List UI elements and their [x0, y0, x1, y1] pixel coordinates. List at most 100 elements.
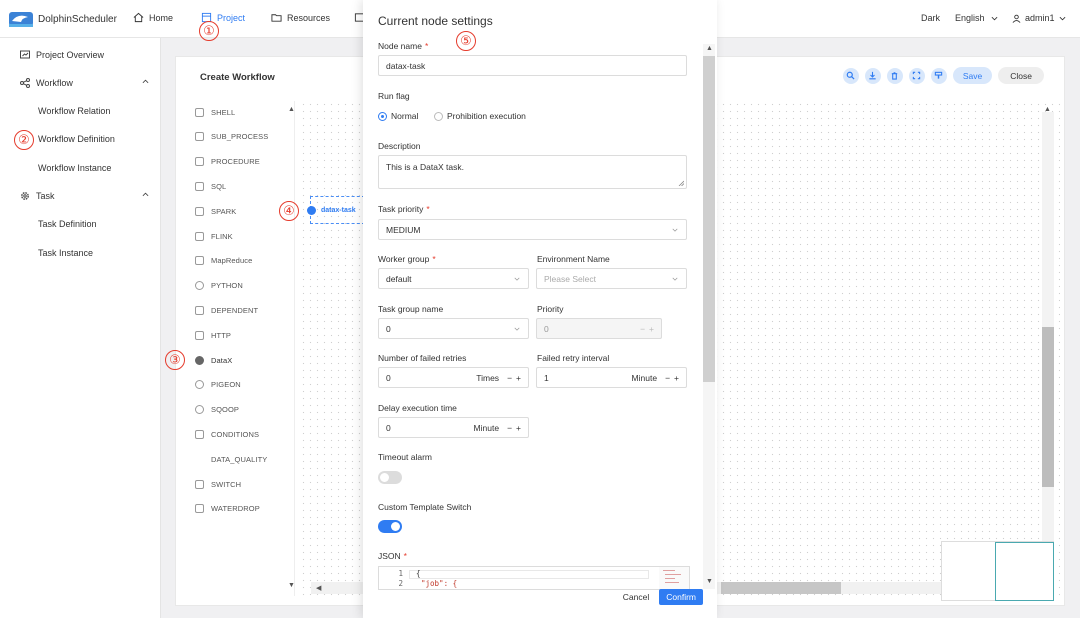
app-logo[interactable]: DolphinScheduler: [8, 9, 117, 29]
chevron-down-icon: [514, 277, 520, 281]
sidebar-item-task-definition[interactable]: Task Definition: [0, 210, 161, 238]
python-icon: [195, 281, 204, 291]
drawer-scrollbar[interactable]: [703, 44, 715, 589]
toolbox-item-dependent[interactable]: DEPENDENT: [195, 300, 258, 320]
code-minimap[interactable]: [659, 567, 689, 589]
toolbox-item-label: FLINK: [211, 231, 233, 241]
minus-icon[interactable]: −: [640, 324, 645, 334]
canvas-scroll-left-icon[interactable]: ◀: [316, 584, 321, 592]
toolbox-item-switch[interactable]: SWITCH: [195, 474, 241, 494]
page-title: Create Workflow: [200, 72, 275, 83]
cancel-button[interactable]: Cancel: [623, 592, 649, 602]
sidebar-item-workflow[interactable]: Workflow: [0, 69, 161, 97]
nav-home-label: Home: [149, 12, 174, 23]
toolbox-scroll-up-icon[interactable]: ▲: [288, 106, 295, 113]
toolbox-item-datax[interactable]: DataX: [195, 350, 232, 370]
delay-time-input[interactable]: 0 Minute − +: [378, 417, 529, 438]
close-button[interactable]: Close: [998, 67, 1044, 84]
delete-button[interactable]: [886, 67, 903, 84]
scrollbar-thumb[interactable]: [721, 582, 841, 594]
timeout-alarm-label: Timeout alarm: [378, 452, 433, 462]
sidebar-item-project-overview[interactable]: Project Overview: [0, 41, 161, 69]
sidebar-item-workflow-instance[interactable]: Workflow Instance: [0, 154, 161, 182]
toolbox-item-conditions[interactable]: CONDITIONS: [195, 424, 259, 444]
timeout-alarm-toggle[interactable]: [378, 471, 402, 484]
fullscreen-button[interactable]: [908, 67, 925, 84]
toolbox-item-sub-process[interactable]: SUB_PROCESS: [195, 127, 268, 147]
search-button[interactable]: [842, 67, 859, 84]
nav-resources[interactable]: Resources: [271, 12, 330, 23]
task-priority-select[interactable]: MEDIUM: [378, 219, 687, 240]
toolbox-item-shell[interactable]: SHELL: [195, 102, 235, 122]
plus-icon[interactable]: +: [649, 324, 654, 334]
task-group-name-select[interactable]: 0: [378, 318, 529, 339]
minus-icon[interactable]: −: [507, 423, 512, 433]
canvas-vertical-scrollbar[interactable]: [1042, 112, 1054, 582]
canvas-scroll-up-icon[interactable]: ▲: [1044, 106, 1051, 113]
sidebar-item-task-instance[interactable]: Task Instance: [0, 239, 161, 267]
overview-icon: [20, 50, 30, 59]
user-menu[interactable]: admin1: [1012, 13, 1066, 23]
toolbox-item-sql[interactable]: SQL: [195, 176, 226, 196]
language-select[interactable]: English: [955, 13, 998, 23]
toolbox-item-label: PIGEON: [211, 380, 241, 390]
run-flag-prohibition-radio[interactable]: Prohibition execution: [434, 111, 526, 121]
confirm-button[interactable]: Confirm: [659, 589, 703, 605]
toolbox-item-procedure[interactable]: PROCEDURE: [195, 152, 260, 172]
scrollbar-thumb[interactable]: [1042, 327, 1054, 487]
scrollbar-thumb[interactable]: [703, 56, 715, 382]
required-mark: *: [424, 41, 429, 51]
save-button[interactable]: Save: [952, 67, 993, 84]
json-code-editor[interactable]: 1 2 { "job": {: [378, 566, 690, 590]
sidebar-item-label: Task Definition: [38, 219, 97, 229]
delay-time-label: Delay execution time: [378, 403, 457, 413]
minus-icon[interactable]: −: [507, 373, 512, 383]
nav-home[interactable]: Home: [133, 12, 173, 23]
minus-icon[interactable]: −: [665, 373, 670, 383]
priority-input[interactable]: 0 − +: [536, 318, 662, 339]
download-button[interactable]: [864, 67, 881, 84]
toolbox-item-data-quality[interactable]: DATA_QUALITY: [211, 449, 267, 469]
sidebar-item-workflow-relation[interactable]: Workflow Relation: [0, 97, 161, 125]
node-name-input[interactable]: datax-task: [378, 55, 687, 76]
toolbox-item-waterdrop[interactable]: WATERDROP: [195, 499, 260, 519]
datax-task-node[interactable]: datax-task: [307, 196, 365, 224]
retry-interval-input[interactable]: 1 Minute − +: [536, 367, 687, 388]
toolbox-item-spark[interactable]: SPARK: [195, 201, 236, 221]
user-name: admin1: [1025, 13, 1055, 23]
custom-template-toggle[interactable]: [378, 520, 402, 533]
sub-process-icon: [195, 132, 204, 142]
worker-group-select[interactable]: default: [378, 268, 529, 289]
json-label: JSON *: [378, 551, 407, 561]
toolbox-scroll-down-icon[interactable]: ▼: [288, 582, 295, 589]
run-flag-normal-radio[interactable]: Normal: [378, 111, 418, 121]
drawer-scroll-down-icon[interactable]: ▼: [706, 578, 713, 585]
toolbox-item-label: SWITCH: [211, 479, 242, 489]
sidebar-item-label: Workflow: [36, 78, 73, 88]
minimap-viewport[interactable]: [995, 542, 1054, 601]
canvas-minimap[interactable]: [941, 541, 1054, 601]
plus-icon[interactable]: +: [516, 373, 521, 383]
toolbox-item-python[interactable]: PYTHON: [195, 276, 243, 296]
toolbox-item-pigeon[interactable]: PIGEON: [195, 375, 241, 395]
format-button[interactable]: [930, 67, 947, 84]
toolbox-item-flink[interactable]: FLINK: [195, 226, 233, 246]
toolbox-item-mapreduce[interactable]: MapReduce: [195, 251, 252, 271]
plus-icon[interactable]: +: [674, 373, 679, 383]
line-number: 2: [398, 579, 403, 588]
resize-handle-icon[interactable]: [678, 180, 684, 186]
sidebar-item-task[interactable]: Task: [0, 182, 161, 210]
theme-toggle[interactable]: Dark: [921, 13, 940, 23]
drawer-scroll-up-icon[interactable]: ▲: [706, 45, 713, 52]
toolbox-item-http[interactable]: HTTP: [195, 325, 231, 345]
plus-icon[interactable]: +: [516, 423, 521, 433]
environment-name-select[interactable]: Please Select: [536, 268, 687, 289]
description-textarea[interactable]: This is a DataX task.: [378, 155, 687, 189]
toolbox-item-sqoop[interactable]: SQOOP: [195, 400, 239, 420]
failed-retries-input[interactable]: 0 Times − +: [378, 367, 529, 388]
annotation-marker-3: ③: [165, 350, 185, 370]
sidebar-item-label: Workflow Relation: [38, 106, 111, 116]
workflow-icon: [20, 78, 30, 88]
task-group-name-label: Task group name: [378, 304, 444, 314]
worker-group-label: Worker group *: [378, 254, 436, 264]
